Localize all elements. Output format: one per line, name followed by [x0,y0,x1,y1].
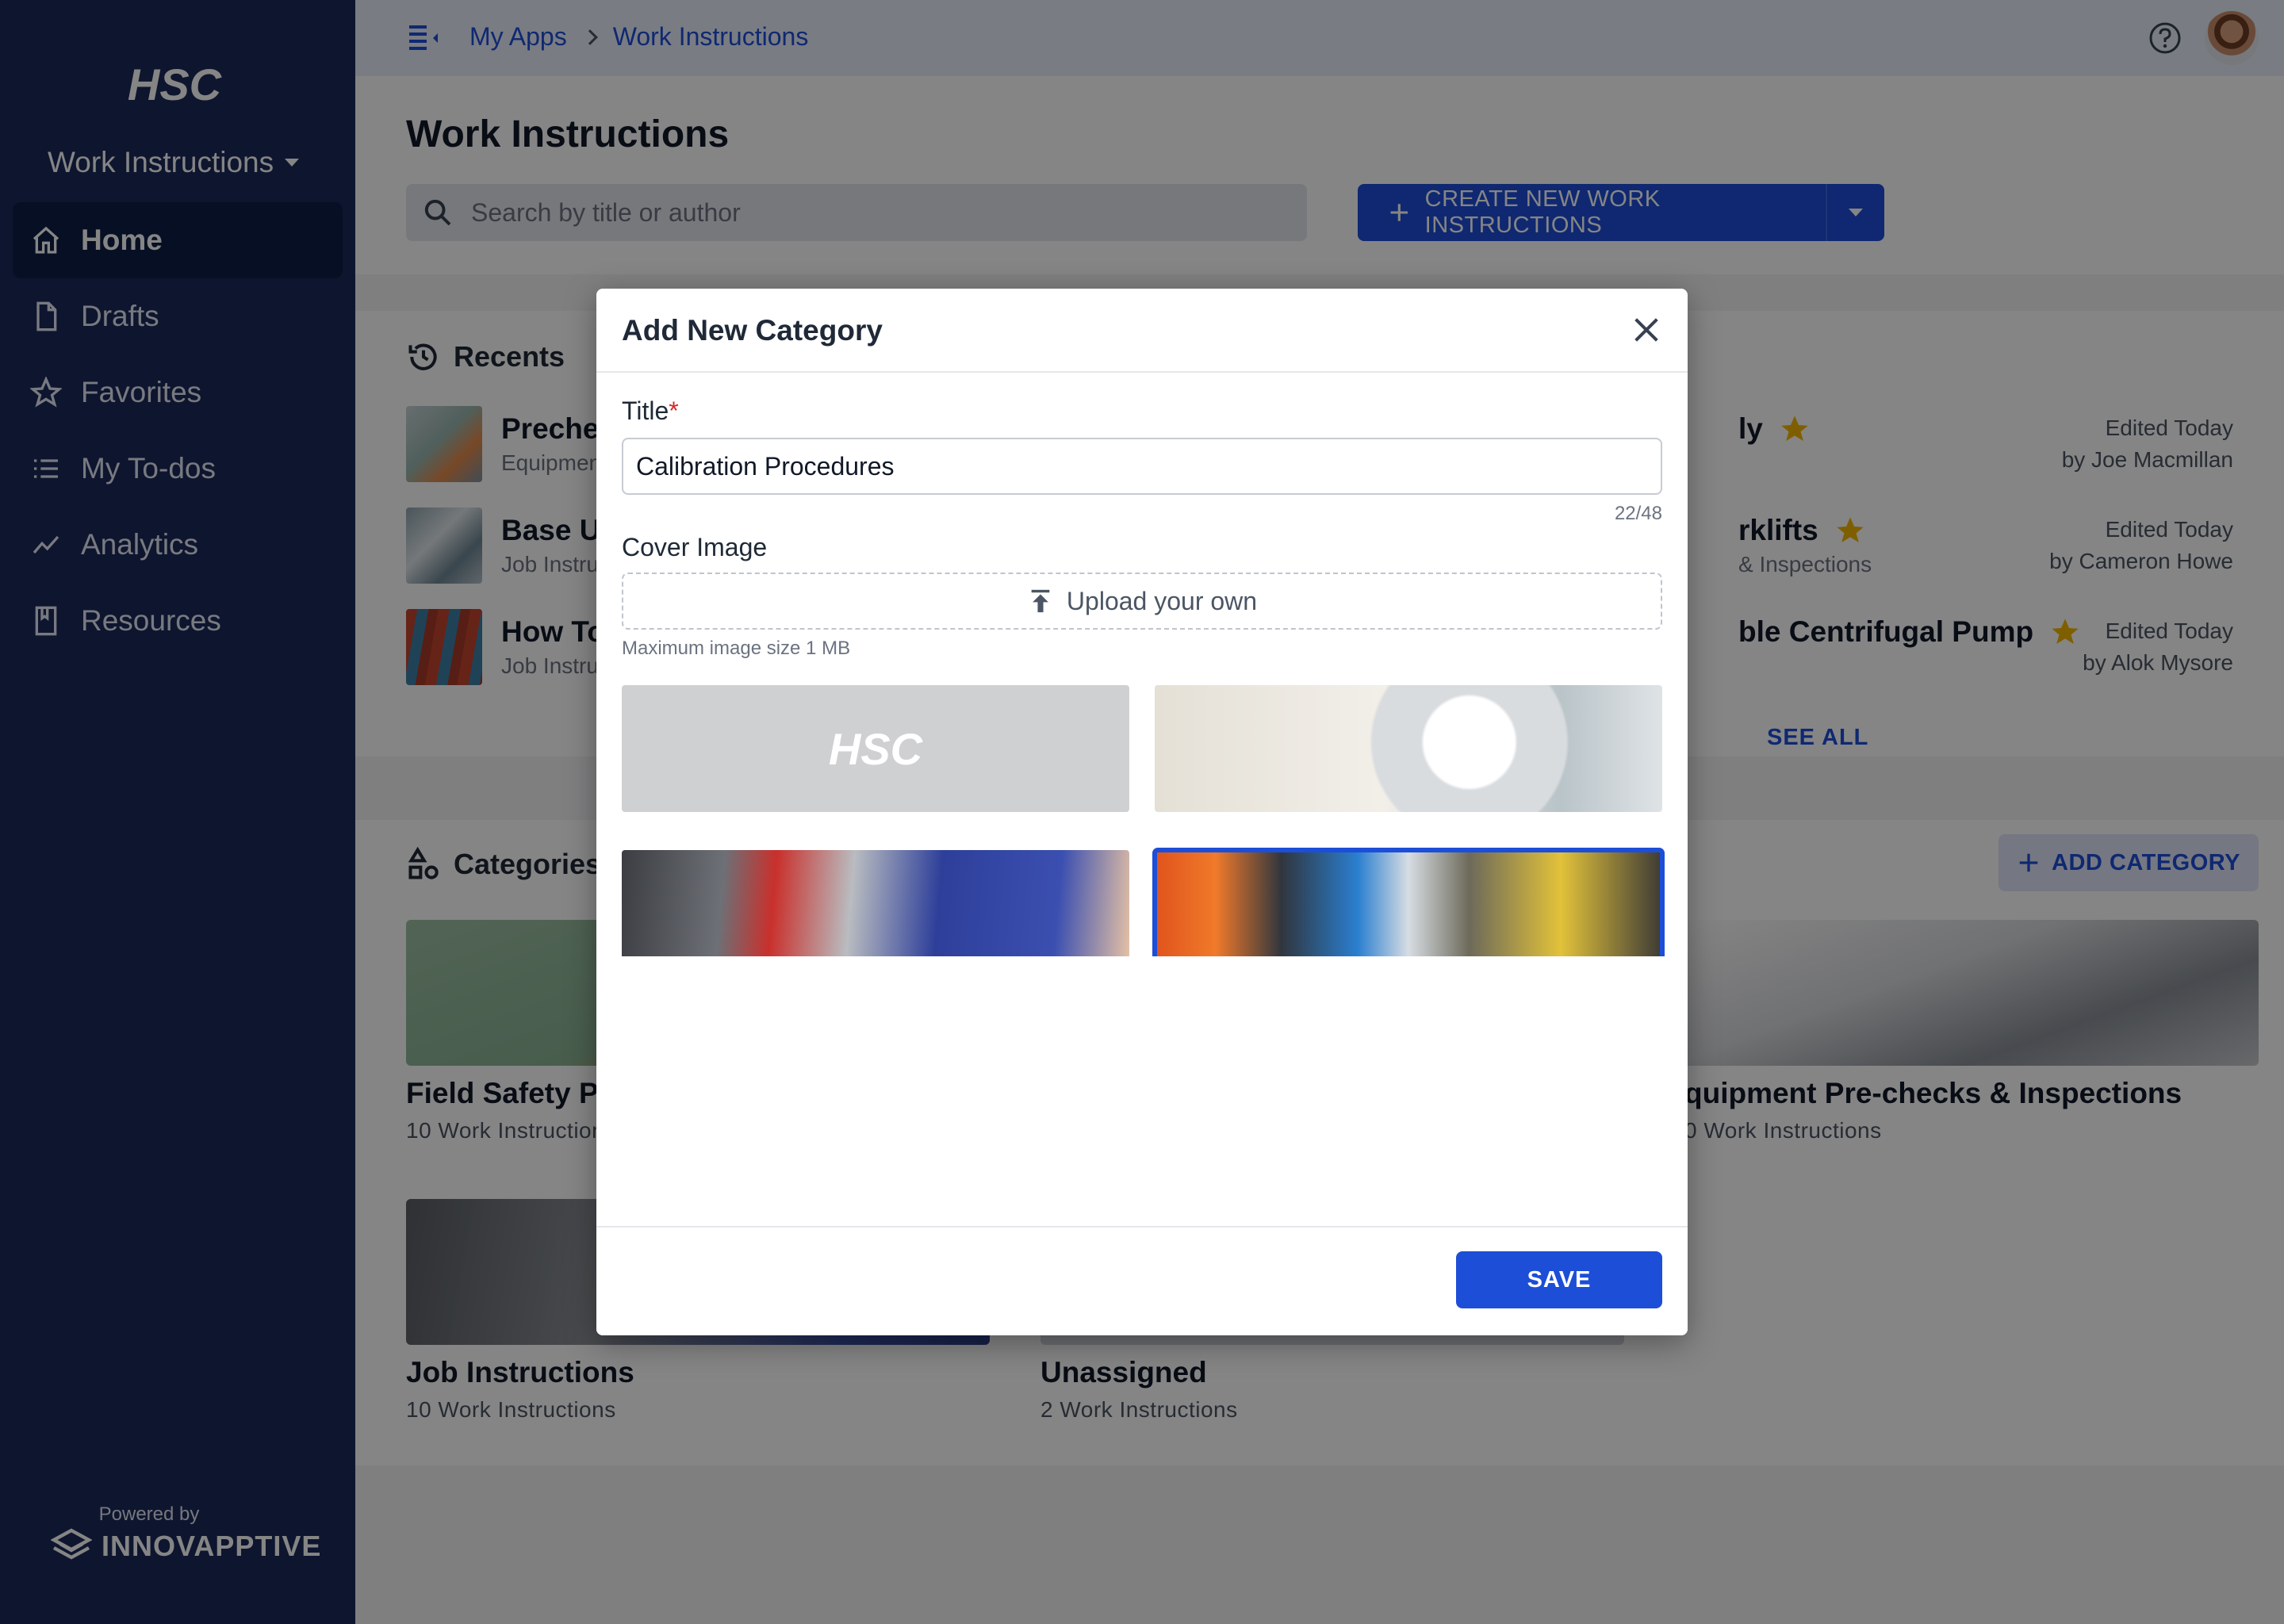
close-icon[interactable] [1631,314,1662,346]
character-counter: 22/48 [1614,503,1662,524]
upload-icon [1031,589,1050,613]
cover-option-image[interactable] [1155,685,1662,812]
cover-image-gallery: HSC [596,685,1688,956]
cover-image-label: Cover Image [622,533,768,561]
title-field-label: Title* [622,396,679,426]
dialog-header: Add New Category [596,289,1688,373]
cover-option-logo[interactable]: HSC [622,685,1129,812]
hsc-logo: HSC [829,725,924,772]
add-category-dialog: Add New Category Title* 22/48 Cover Imag… [596,289,1688,1335]
upload-image-dropzone[interactable]: Upload your own [622,573,1662,630]
save-button[interactable]: SAVE [1456,1251,1662,1308]
upload-label: Upload your own [1066,586,1258,615]
cover-option-image[interactable] [622,850,1129,956]
title-label-text: Title [622,396,669,425]
required-mark: * [669,396,679,425]
svg-text:HSC: HSC [829,725,924,772]
dialog-title: Add New Category [622,314,883,347]
title-input[interactable] [622,438,1662,495]
dialog-footer: SAVE [596,1226,1688,1335]
max-size-hint: Maximum image size 1 MB [622,638,851,659]
cover-option-image-selected[interactable] [1152,848,1665,956]
